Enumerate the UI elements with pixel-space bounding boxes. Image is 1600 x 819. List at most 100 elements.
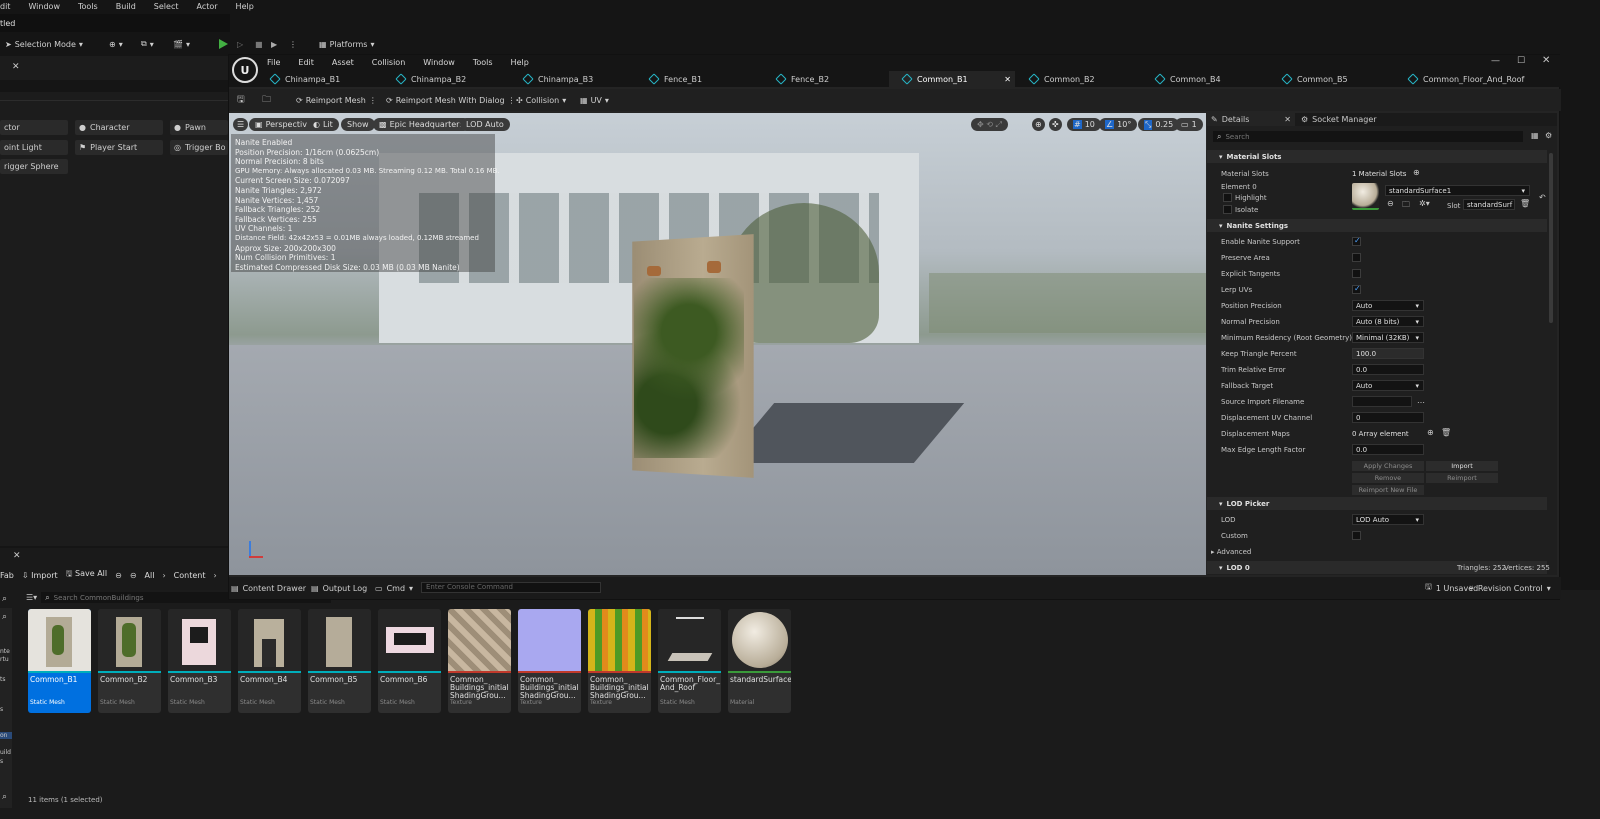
save-all-button[interactable]: 🖫 Save All <box>66 568 107 582</box>
source-label[interactable]: rtu <box>0 656 9 663</box>
content-drawer-button[interactable]: ▤ Content Drawer <box>231 584 306 593</box>
source-label[interactable]: ts <box>0 676 5 683</box>
minimize-icon[interactable]: — <box>1491 56 1500 66</box>
details-search-input[interactable]: ⌕ Search <box>1213 131 1523 142</box>
angle-snap-button[interactable]: ∠ 10° <box>1099 118 1138 131</box>
source-label[interactable]: s <box>0 758 3 765</box>
place-actor-empty[interactable]: ctor <box>0 120 68 135</box>
panel-search-strip[interactable] <box>0 80 228 92</box>
reimport-mesh-button[interactable]: ⟳ Reimport Mesh ⋮ <box>291 92 382 108</box>
viewport-options-button[interactable]: ☰ <box>233 118 249 131</box>
reimport-with-dialog-button[interactable]: ⟳ Reimport Mesh With Dialog ⋮ <box>381 92 521 108</box>
enable-nanite-checkbox[interactable] <box>1352 236 1361 246</box>
asset-tile[interactable]: Common_ Buildings_initial ShadingGrou...… <box>518 609 581 713</box>
search-icon[interactable]: ⌕ <box>2 612 7 622</box>
cinematics-button[interactable]: 🎬 ▾ <box>168 36 195 52</box>
section-nanite-settings[interactable]: ▾ Nanite Settings <box>1207 219 1547 232</box>
output-log-button[interactable]: ▤ Output Log <box>311 584 367 593</box>
place-trigger-box[interactable]: ◎ Trigger Bo <box>170 140 228 155</box>
close-icon[interactable]: ✕ <box>1004 75 1011 84</box>
console-input[interactable]: Enter Console Command <box>421 582 601 593</box>
close-window-icon[interactable]: ✕ <box>1542 55 1550 66</box>
asset-tile[interactable]: Common_B2 Static Mesh <box>98 609 161 713</box>
play-button[interactable] <box>214 36 233 52</box>
tab-socket-manager[interactable]: ⚙ Socket Manager <box>1295 115 1377 124</box>
isolate-checkbox[interactable] <box>1223 205 1232 214</box>
search-icon[interactable]: ⌕ <box>2 792 7 802</box>
show-button[interactable]: Show <box>341 118 375 131</box>
import-button[interactable]: Import <box>1426 461 1498 471</box>
stop-button[interactable]: ■ <box>250 36 268 52</box>
tab-common-b1[interactable]: Common_B1 ✕ <box>889 71 1015 87</box>
add-actor-button[interactable]: ⊕ ▾ <box>104 36 128 52</box>
tab-chinampa-b2[interactable]: Chinampa_B2 <box>383 71 507 87</box>
menu-window[interactable]: Window <box>28 2 60 11</box>
apply-changes-button[interactable]: Apply Changes <box>1352 461 1424 471</box>
eject-button[interactable]: ▶ <box>266 36 282 52</box>
save-icon[interactable]: 🖫 <box>237 92 245 108</box>
max-edge-length-field[interactable]: 0.0 <box>1352 444 1424 455</box>
source-label[interactable]: uild <box>0 749 11 756</box>
tab-common-b5[interactable]: Common_B5 <box>1269 71 1393 87</box>
grid-snap-button[interactable]: #10 <box>1067 118 1101 131</box>
asset-tile[interactable]: Common_B4 Static Mesh <box>238 609 301 713</box>
lod-button[interactable]: LOD Auto <box>460 118 510 131</box>
close-icon[interactable]: ✕ <box>12 62 20 72</box>
asset-tile[interactable]: Common_B5 Static Mesh <box>308 609 371 713</box>
explicit-tangents-checkbox[interactable] <box>1352 269 1361 278</box>
options-icon[interactable]: ✲▾ <box>1419 199 1430 208</box>
menu-help[interactable]: Help <box>236 2 254 11</box>
advance-frame-button[interactable]: ▷ <box>232 36 248 52</box>
menu-edit[interactable]: dit <box>0 2 10 11</box>
tab-fence-b2[interactable]: Fence_B2 <box>763 71 887 87</box>
tab-common-floor-and-roof[interactable]: Common_Floor_And_Roof <box>1395 71 1545 87</box>
source-label-selected[interactable]: on <box>0 732 12 739</box>
selection-mode-dropdown[interactable]: ➤ Selection Mode ▾ <box>0 36 88 52</box>
preserve-area-checkbox[interactable] <box>1352 253 1361 262</box>
place-character[interactable]: ● Character <box>75 120 163 135</box>
close-icon[interactable]: ✕ <box>1284 115 1291 124</box>
asset-tile[interactable]: Common_B6 Static Mesh <box>378 609 441 713</box>
details-scrollbar[interactable] <box>1549 153 1553 323</box>
material-thumbnail[interactable] <box>1352 183 1379 210</box>
position-precision-dropdown[interactable]: Auto ▾ <box>1352 300 1424 311</box>
slot-name-field[interactable]: standardSurf <box>1463 199 1515 210</box>
asset-tile[interactable]: Common_Floor_ And_Roof Static Mesh <box>658 609 721 713</box>
asset-tile[interactable]: Common_ Buildings_initial ShadingGrou...… <box>448 609 511 713</box>
trim-relative-error-field[interactable]: 0.0 <box>1352 364 1424 375</box>
place-player-start[interactable]: ⚑ Player Start <box>75 140 163 155</box>
asset-tile[interactable]: Common_B1 Static Mesh <box>28 609 91 713</box>
tab-fence-b1[interactable]: Fence_B1 <box>636 71 760 87</box>
sme-menu-asset[interactable]: Asset <box>332 58 354 67</box>
browse-folder-icon[interactable]: 🗀 <box>1402 199 1410 213</box>
material-selector[interactable]: standardSurface1 ▾ <box>1385 185 1530 196</box>
asset-tile[interactable]: Common_ Buildings_initial ShadingGrou...… <box>588 609 651 713</box>
custom-lod-checkbox[interactable] <box>1352 531 1361 540</box>
lerp-uvs-checkbox[interactable] <box>1352 284 1361 294</box>
place-pawn[interactable]: ● Pawn <box>170 120 228 135</box>
menu-tools[interactable]: Tools <box>78 2 98 11</box>
tab-chinampa-b1[interactable]: Chinampa_B1 <box>257 71 381 87</box>
place-trigger-sphere[interactable]: rigger Sphere <box>0 159 68 174</box>
tab-common-b2[interactable]: Common_B2 <box>1016 71 1140 87</box>
section-material-slots[interactable]: ▾ Material Slots <box>1207 150 1547 163</box>
keep-triangle-percent-field[interactable]: 100.0 <box>1352 348 1424 359</box>
tab-details[interactable]: ✎ Details ✕ <box>1207 113 1295 126</box>
asset-tile[interactable]: standardSurface1 Material <box>728 609 791 713</box>
table-view-icon[interactable]: ▦ <box>1531 131 1539 140</box>
remove-button[interactable]: Remove <box>1352 473 1424 483</box>
sme-menu-tools[interactable]: Tools <box>473 58 493 67</box>
cmd-dropdown[interactable]: ▭ Cmd ▾ <box>375 584 413 593</box>
sme-menu-window[interactable]: Window <box>423 58 455 67</box>
place-point-light[interactable]: oint Light <box>0 140 68 155</box>
trash-icon[interactable]: 🗑 <box>1441 428 1451 437</box>
environment-button[interactable]: ▩ Epic Headquarters <box>373 118 470 131</box>
surface-snap-button[interactable]: ✜ <box>1049 118 1062 131</box>
asset-tile[interactable]: Common_B3 Static Mesh <box>168 609 231 713</box>
sme-menu-edit[interactable]: Edit <box>298 58 314 67</box>
lit-button[interactable]: ◐ Lit <box>307 118 339 131</box>
blueprint-button[interactable]: ⧉ ▾ <box>136 36 159 52</box>
section-lod-picker[interactable]: ▾ LOD Picker <box>1207 497 1547 510</box>
source-label[interactable]: s <box>0 706 3 713</box>
play-options-button[interactable]: ⋮ <box>284 36 302 52</box>
